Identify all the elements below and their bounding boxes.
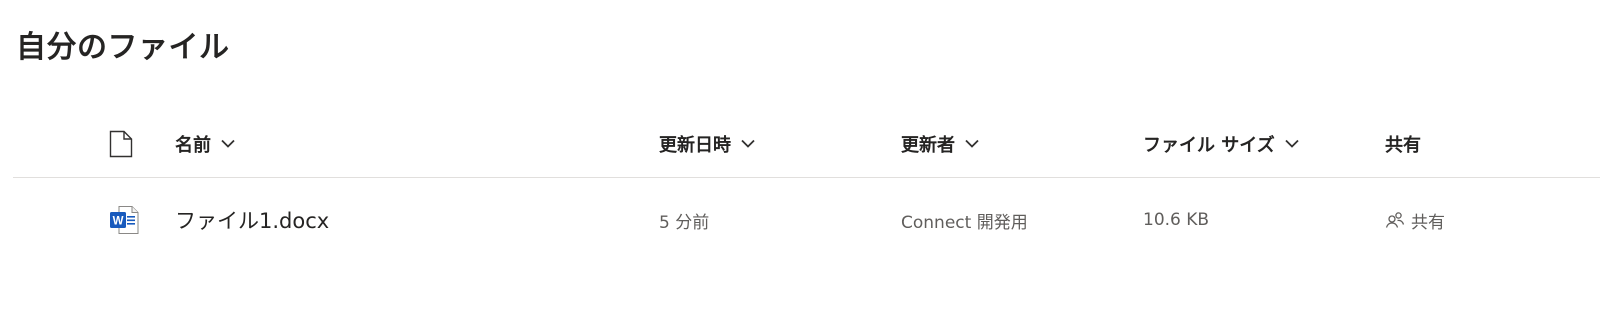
- sharing-status-button[interactable]: 共有: [1385, 208, 1445, 233]
- sharing-column-label: 共有: [1385, 134, 1421, 156]
- chevron-down-icon: [1285, 139, 1299, 148]
- file-size-column-label: ファイル サイズ: [1143, 134, 1275, 156]
- word-document-icon: W: [110, 206, 139, 234]
- file-row[interactable]: W ファイル1.docx 5 分前 Connect 開発用 10.6 KB 共有: [13, 178, 1600, 262]
- chevron-down-icon: [965, 139, 979, 148]
- name-column-header[interactable]: 名前: [175, 110, 645, 177]
- modified-column-header[interactable]: 更新日時: [659, 110, 889, 177]
- sharing-cell[interactable]: 共有: [1385, 178, 1585, 262]
- my-files-page: 自分のファイル 名前 更新日時 更新者 ファイル サイズ 共有 W ファイル1.…: [0, 0, 1600, 332]
- svg-text:W: W: [113, 216, 124, 228]
- file-list: 名前 更新日時 更新者 ファイル サイズ 共有 W ファイル1.docx 5 分…: [13, 110, 1600, 262]
- modified-by-value: Connect 開発用: [901, 212, 1028, 233]
- file-name-link[interactable]: ファイル1.docx: [175, 205, 329, 235]
- sharing-column-header[interactable]: 共有: [1385, 110, 1585, 177]
- file-size-value: 10.6 KB: [1143, 210, 1210, 230]
- file-icon-cell[interactable]: W: [109, 178, 149, 262]
- chevron-down-icon: [221, 139, 235, 148]
- modified-column-label: 更新日時: [659, 134, 731, 156]
- modified-by-column-label: 更新者: [901, 134, 955, 156]
- shared-people-icon: [1385, 212, 1405, 228]
- file-name-cell[interactable]: ファイル1.docx: [175, 178, 645, 262]
- modified-by-column-header[interactable]: 更新者: [901, 110, 1131, 177]
- file-size-column-header[interactable]: ファイル サイズ: [1143, 110, 1373, 177]
- name-column-label: 名前: [175, 134, 211, 156]
- file-type-icon: [109, 130, 133, 157]
- modified-cell: 5 分前: [659, 178, 889, 262]
- page-title: 自分のファイル: [16, 30, 230, 65]
- chevron-down-icon: [741, 139, 755, 148]
- modified-by-cell: Connect 開発用: [901, 178, 1131, 262]
- file-size-cell: 10.6 KB: [1143, 178, 1373, 262]
- file-type-column-header[interactable]: [109, 110, 149, 177]
- column-header-row: 名前 更新日時 更新者 ファイル サイズ 共有: [13, 110, 1600, 178]
- sharing-status-label: 共有: [1411, 212, 1445, 233]
- modified-value: 5 分前: [659, 212, 710, 233]
